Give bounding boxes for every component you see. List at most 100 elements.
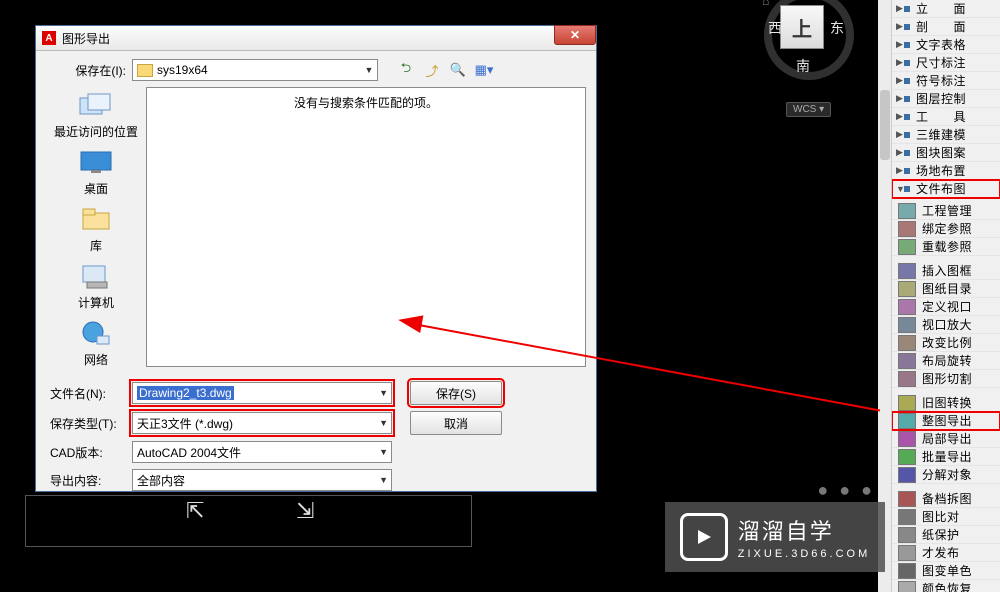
panel-command-label: 备档拆图: [922, 490, 972, 507]
panel-command[interactable]: 局部导出: [892, 430, 1000, 448]
panel-category-label: 文字表格: [916, 36, 966, 53]
panel-command[interactable]: 图比对: [892, 508, 1000, 526]
panel-command[interactable]: 旧图转换: [892, 394, 1000, 412]
command-icon: [898, 509, 916, 525]
panel-command-label: 工程管理: [922, 202, 972, 219]
cursor-glyph-icon: ⇲: [296, 498, 314, 524]
category-dot-icon: [904, 168, 910, 174]
chevron-down-icon: ▼: [379, 418, 388, 428]
chevron-down-icon: ▼: [361, 65, 377, 75]
category-dot-icon: [904, 150, 910, 156]
panel-command-label: 图纸目录: [922, 280, 972, 297]
viewcube-west[interactable]: 西: [768, 18, 782, 38]
viewcube-east[interactable]: 东: [830, 18, 844, 38]
category-dot-icon: [904, 132, 910, 138]
panel-category[interactable]: ▶尺寸标注: [892, 54, 1000, 72]
search-icon[interactable]: 🔍: [450, 62, 466, 78]
command-icon: [898, 527, 916, 543]
panel-category[interactable]: ▶图层控制: [892, 90, 1000, 108]
save-type-combo[interactable]: 天正3文件 (*.dwg) ▼: [132, 412, 392, 434]
panel-command[interactable]: 备档拆图: [892, 490, 1000, 508]
panel-category-label: 工 具: [916, 108, 966, 125]
views-icon[interactable]: ▦▾: [476, 62, 492, 78]
place-network[interactable]: 网络: [51, 319, 141, 368]
panel-command[interactable]: 批量导出: [892, 448, 1000, 466]
home-icon[interactable]: ⌂: [762, 0, 769, 8]
command-icon: [898, 281, 916, 297]
panel-command[interactable]: 绑定参照: [892, 220, 1000, 238]
panel-category-label: 文件布图: [916, 180, 966, 197]
save-button[interactable]: 保存(S): [410, 381, 502, 405]
panel-command-label: 绑定参照: [922, 220, 972, 237]
save-type-label: 保存类型(T):: [46, 415, 132, 432]
panel-command[interactable]: 才发布: [892, 544, 1000, 562]
command-icon: [898, 449, 916, 465]
watermark-url: ZIXUE.3D66.COM: [738, 548, 870, 560]
place-recent[interactable]: 最近访问的位置: [51, 91, 141, 140]
command-icon: [898, 203, 916, 219]
panel-command[interactable]: 布局旋转: [892, 352, 1000, 370]
file-list-area[interactable]: 没有与搜索条件匹配的项。: [146, 87, 586, 367]
panel-command[interactable]: 工程管理: [892, 202, 1000, 220]
command-icon: [898, 371, 916, 387]
command-icon: [898, 581, 916, 592]
category-dot-icon: [904, 186, 910, 192]
panel-category[interactable]: ▶工 具: [892, 108, 1000, 126]
panel-category[interactable]: ▶文字表格: [892, 36, 1000, 54]
viewcube-top-face[interactable]: 上: [780, 5, 824, 49]
panel-category[interactable]: ▶剖 面: [892, 18, 1000, 36]
panel-command-label: 批量导出: [922, 448, 972, 465]
panel-category[interactable]: ▼文件布图: [892, 180, 1000, 198]
viewcube-south[interactable]: 南: [796, 56, 810, 76]
panel-command[interactable]: 纸保护: [892, 526, 1000, 544]
panel-category[interactable]: ▶图块图案: [892, 144, 1000, 162]
category-dot-icon: [904, 60, 910, 66]
play-icon: [680, 513, 728, 561]
panel-command[interactable]: 图形切割: [892, 370, 1000, 388]
panel-category[interactable]: ▶三维建模: [892, 126, 1000, 144]
panel-command[interactable]: 图纸目录: [892, 280, 1000, 298]
cad-viewport-strip: ⇱ ⇲: [25, 495, 472, 547]
chevron-down-icon: ▼: [379, 388, 388, 398]
category-dot-icon: [904, 78, 910, 84]
save-in-combo[interactable]: sys19x64 ▼: [132, 59, 378, 81]
category-dot-icon: [904, 24, 910, 30]
panel-command[interactable]: 图变单色: [892, 562, 1000, 580]
save-type-value: 天正3文件 (*.dwg): [137, 415, 233, 432]
command-icon: [898, 299, 916, 315]
cancel-button[interactable]: 取消: [410, 411, 502, 435]
up-level-icon[interactable]: ⤴: [424, 62, 440, 78]
place-computer[interactable]: 计算机: [51, 262, 141, 311]
cad-version-combo[interactable]: AutoCAD 2004文件 ▼: [132, 441, 392, 463]
panel-scrollbar-thumb[interactable]: [880, 90, 890, 160]
panel-command[interactable]: 分解对象: [892, 466, 1000, 484]
panel-command[interactable]: 插入图框: [892, 262, 1000, 280]
category-dot-icon: [904, 6, 910, 12]
file-name-combo[interactable]: Drawing2_t3.dwg ▼: [132, 382, 392, 404]
panel-category[interactable]: ▶场地布置: [892, 162, 1000, 180]
panel-category[interactable]: ▶立 面: [892, 0, 1000, 18]
resize-dots-icon: ● ● ●: [817, 480, 875, 501]
panel-category-label: 三维建模: [916, 126, 966, 143]
back-icon[interactable]: ⮌: [398, 62, 414, 78]
panel-command[interactable]: 颜色恢复: [892, 580, 1000, 592]
close-button[interactable]: ✕: [554, 25, 596, 45]
panel-command[interactable]: 改变比例: [892, 334, 1000, 352]
triangle-right-icon: ▶: [896, 147, 904, 158]
panel-category[interactable]: ▶符号标注: [892, 72, 1000, 90]
panel-command[interactable]: 整图导出: [892, 412, 1000, 430]
export-dialog: A 图形导出 ✕ 保存在(I): sys19x64 ▼ ⮌ ⤴ 🔍 ▦▾: [35, 25, 597, 492]
export-content-value: 全部内容: [137, 472, 185, 489]
panel-command[interactable]: 视口放大: [892, 316, 1000, 334]
close-icon: ✕: [570, 28, 580, 42]
panel-command[interactable]: 定义视口: [892, 298, 1000, 316]
export-content-combo[interactable]: 全部内容 ▼: [132, 469, 392, 491]
panel-category-label: 立 面: [916, 0, 966, 17]
panel-command[interactable]: 重载参照: [892, 238, 1000, 256]
wcs-badge[interactable]: WCS ▾: [786, 102, 831, 117]
place-libraries[interactable]: 库: [51, 205, 141, 254]
command-icon: [898, 491, 916, 507]
cad-version-label: CAD版本:: [46, 444, 132, 461]
export-content-label: 导出内容:: [46, 472, 132, 489]
place-desktop[interactable]: 桌面: [51, 148, 141, 197]
